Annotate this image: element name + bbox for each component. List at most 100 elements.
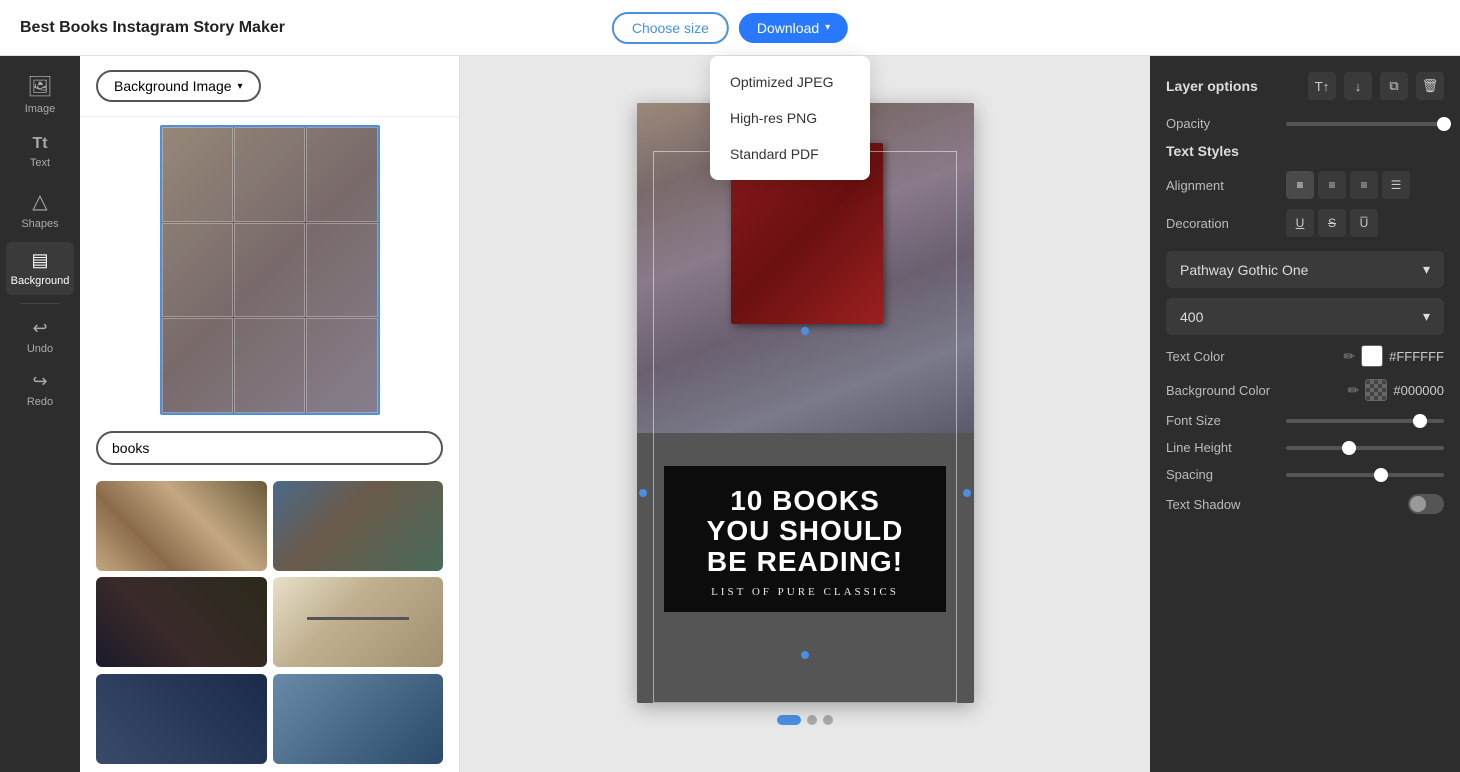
- font-weight-chevron-icon: ▾: [1423, 308, 1430, 325]
- download-button[interactable]: Download ▾: [739, 13, 848, 43]
- line-height-label: Line Height: [1166, 440, 1286, 455]
- layer-delete-button[interactable]: 🗑: [1416, 72, 1444, 100]
- underline-button[interactable]: U: [1286, 209, 1314, 237]
- text-color-controls: ✏ #FFFFFF: [1343, 345, 1444, 367]
- text-color-swatch[interactable]: [1361, 345, 1383, 367]
- image-grid: [80, 473, 459, 772]
- layer-options-row: Layer options T↑ ↓ ⧉ 🗑: [1166, 72, 1444, 100]
- selection-handle-right[interactable]: [963, 489, 971, 497]
- align-left-button[interactable]: ≡: [1286, 171, 1314, 199]
- slide-dot-2[interactable]: [807, 715, 817, 725]
- download-dropdown: Optimized JPEG High-res PNG Standard PDF: [710, 56, 870, 180]
- decoration-row: Decoration U S U̅: [1166, 209, 1444, 237]
- sidebar-item-shapes[interactable]: △ Shapes: [6, 181, 74, 238]
- text-color-hex: #FFFFFF: [1389, 349, 1444, 364]
- font-weight-value: 400: [1180, 309, 1203, 325]
- line-height-thumb[interactable]: [1342, 441, 1356, 455]
- opacity-slider[interactable]: [1286, 122, 1444, 126]
- grid-cell: [306, 318, 377, 413]
- sidebar-item-text-label: Text: [30, 157, 50, 169]
- bg-color-swatch[interactable]: [1365, 379, 1387, 401]
- text-icon: Tt: [32, 135, 47, 153]
- image-thumb-4[interactable]: [273, 577, 444, 667]
- alignment-label: Alignment: [1166, 178, 1286, 193]
- download-option-standard-pdf[interactable]: Standard PDF: [710, 136, 870, 172]
- move-up-icon: T↑: [1315, 79, 1329, 94]
- choose-size-button[interactable]: Choose size: [612, 12, 729, 44]
- move-down-icon: ↓: [1355, 79, 1362, 94]
- opacity-label: Opacity: [1166, 116, 1286, 131]
- background-icon: ▤: [31, 250, 48, 271]
- panel-preview: [80, 117, 459, 423]
- undo-button[interactable]: ↩ Undo: [6, 312, 74, 361]
- download-label: Download: [757, 20, 819, 36]
- sidebar-item-background-label: Background: [11, 275, 70, 287]
- sidebar-item-background[interactable]: ▤ Background: [6, 242, 74, 295]
- panel-top: Background Image ▾: [80, 56, 459, 117]
- spacing-slider[interactable]: [1286, 473, 1444, 477]
- chevron-down-icon: ▾: [238, 81, 243, 92]
- delete-icon: 🗑: [1422, 78, 1439, 94]
- alignment-buttons: ≡ ≡ ≡ ☰: [1286, 171, 1410, 199]
- text-color-edit-icon[interactable]: ✏: [1343, 348, 1355, 365]
- right-panel: Layer options T↑ ↓ ⧉ 🗑 Opacity: [1150, 56, 1460, 772]
- bg-color-row: Background Color ✏ #000000: [1166, 379, 1444, 401]
- canvas-dot-slider: [777, 715, 833, 725]
- selection-handle-left[interactable]: [639, 489, 647, 497]
- text-shadow-toggle[interactable]: [1408, 494, 1444, 514]
- align-right-button[interactable]: ≡: [1350, 171, 1378, 199]
- strikethrough-button[interactable]: S: [1318, 209, 1346, 237]
- font-size-thumb[interactable]: [1413, 414, 1427, 428]
- font-family-select[interactable]: Pathway Gothic One ▾: [1166, 251, 1444, 288]
- image-thumb-1[interactable]: [96, 481, 267, 571]
- sidebar-item-text[interactable]: Tt Text: [6, 127, 74, 177]
- spacing-row: Spacing: [1166, 467, 1444, 482]
- background-image-label: Background Image: [114, 78, 232, 94]
- slide-dot-3[interactable]: [823, 715, 833, 725]
- align-justify-button[interactable]: ☰: [1382, 171, 1410, 199]
- align-center-button[interactable]: ≡: [1318, 171, 1346, 199]
- redo-button[interactable]: ↪ Redo: [6, 365, 74, 414]
- background-image-button[interactable]: Background Image ▾: [96, 70, 261, 102]
- canvas-wrapper: 10 BOOKS YOU SHOULD BE READING! LIST OF …: [637, 103, 974, 725]
- canvas-text-box[interactable]: 10 BOOKS YOU SHOULD BE READING! LIST OF …: [663, 465, 946, 613]
- undo-label: Undo: [27, 343, 53, 355]
- search-input[interactable]: [96, 431, 443, 465]
- canvas-main-text: 10 BOOKS YOU SHOULD BE READING!: [680, 486, 929, 578]
- image-thumb-6[interactable]: [273, 674, 444, 764]
- selection-handle-bottom[interactable]: [801, 651, 809, 659]
- grid-cell: [234, 127, 305, 222]
- canvas-text-line2: YOU SHOULD: [680, 516, 929, 547]
- font-size-slider[interactable]: [1286, 419, 1444, 423]
- image-thumb-2[interactable]: [273, 481, 444, 571]
- layer-move-up-button[interactable]: T↑: [1308, 72, 1336, 100]
- preview-grid: [162, 127, 378, 413]
- grid-cell: [162, 318, 233, 413]
- opacity-thumb[interactable]: [1437, 117, 1451, 131]
- preview-image-container: [160, 125, 380, 415]
- slide-dot-1[interactable]: [777, 715, 801, 725]
- alignment-row: Alignment ≡ ≡ ≡ ☰: [1166, 171, 1444, 199]
- selection-handle-top[interactable]: [801, 327, 809, 335]
- bg-color-hex: #000000: [1393, 383, 1444, 398]
- sidebar-item-image[interactable]: 🖼 Image: [6, 66, 74, 123]
- image-thumb-5[interactable]: [96, 674, 267, 764]
- grid-cell: [306, 223, 377, 318]
- overline-button[interactable]: U̅: [1350, 209, 1378, 237]
- download-option-optimized-jpeg[interactable]: Optimized JPEG: [710, 64, 870, 100]
- grid-cell: [162, 127, 233, 222]
- spacing-thumb[interactable]: [1374, 468, 1388, 482]
- line-height-slider[interactable]: [1286, 446, 1444, 450]
- redo-label: Redo: [27, 396, 53, 408]
- download-option-high-res-png[interactable]: High-res PNG: [710, 100, 870, 136]
- font-weight-select[interactable]: 400 ▾: [1166, 298, 1444, 335]
- layer-duplicate-button[interactable]: ⧉: [1380, 72, 1408, 100]
- story-canvas[interactable]: 10 BOOKS YOU SHOULD BE READING! LIST OF …: [637, 103, 974, 703]
- grid-cell: [162, 223, 233, 318]
- bg-color-label: Background Color: [1166, 383, 1286, 398]
- image-thumb-3[interactable]: [96, 577, 267, 667]
- bg-color-edit-icon[interactable]: ✏: [1348, 382, 1360, 399]
- layer-move-down-button[interactable]: ↓: [1344, 72, 1372, 100]
- canvas-text-line3: BE READING!: [680, 547, 929, 578]
- text-shadow-row: Text Shadow: [1166, 494, 1444, 514]
